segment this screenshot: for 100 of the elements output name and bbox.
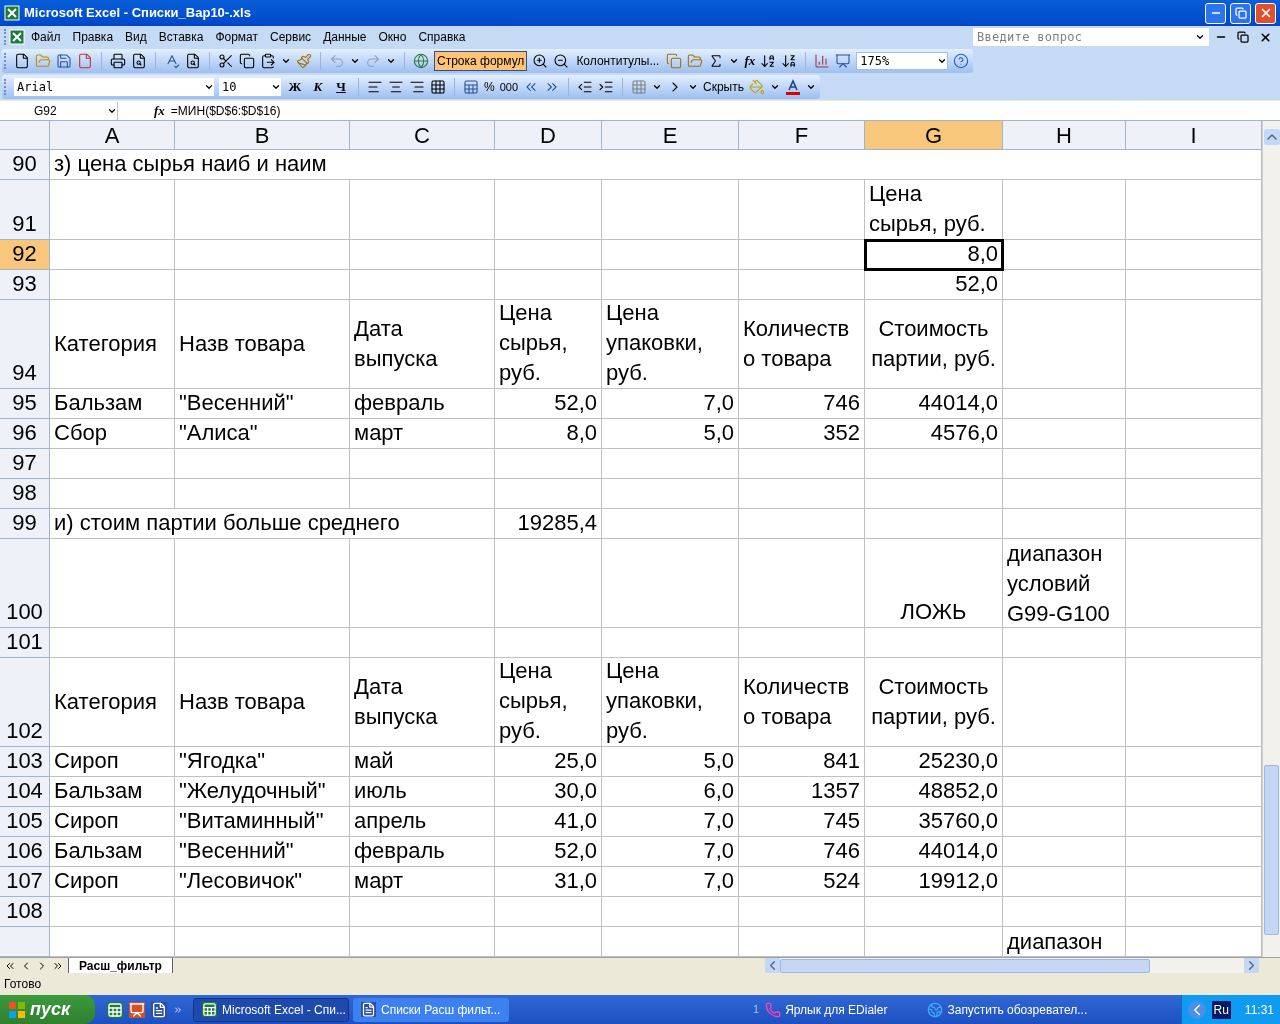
italic-button[interactable]: К: [309, 77, 327, 97]
menu-item[interactable]: Вставка: [152, 28, 210, 46]
paintbrush-icon[interactable]: [296, 53, 312, 69]
table-cell[interactable]: [865, 449, 1003, 479]
table-cell[interactable]: 5,0: [602, 747, 739, 777]
table-cell[interactable]: апрель: [350, 807, 495, 837]
column-header[interactable]: A: [50, 121, 175, 150]
table-cell[interactable]: [1003, 389, 1126, 419]
menu-item[interactable]: Справка: [412, 28, 472, 46]
column-header[interactable]: H: [1003, 121, 1126, 150]
row-header[interactable]: 93: [0, 270, 50, 300]
zoom-out-icon[interactable]: [553, 53, 570, 69]
table-cell[interactable]: 31,0: [495, 867, 602, 897]
caret-icon[interactable]: [937, 56, 948, 66]
presentation-icon[interactable]: [129, 1001, 145, 1018]
table-cell[interactable]: 44014,0: [865, 389, 1003, 419]
caret-icon[interactable]: [204, 82, 214, 92]
hide-button[interactable]: Скрыть: [703, 78, 744, 96]
table-cell[interactable]: 19912,0: [865, 867, 1003, 897]
column-header[interactable]: B: [175, 121, 350, 150]
table-cell[interactable]: 7,0: [602, 867, 739, 897]
table-cell[interactable]: 7,0: [602, 837, 739, 867]
row-header[interactable]: 94: [0, 300, 50, 389]
table-cell[interactable]: Цена сырья, руб.: [495, 300, 602, 389]
indent-icon[interactable]: [598, 79, 615, 95]
fill-color-icon[interactable]: [749, 79, 765, 95]
table-cell[interactable]: Цена упаковки, руб.: [602, 300, 739, 389]
table-cell[interactable]: [602, 180, 739, 240]
table-cell[interactable]: Цена сырья, руб.: [865, 180, 1003, 240]
document-icon[interactable]: [77, 53, 93, 69]
caret-icon[interactable]: [806, 82, 816, 92]
table-cell[interactable]: 4576,0: [865, 419, 1003, 449]
table-cell[interactable]: [865, 628, 1003, 658]
align-right-icon[interactable]: [409, 79, 425, 95]
table-cell[interactable]: [1003, 240, 1126, 270]
table-cell[interactable]: [739, 270, 865, 300]
table-cell[interactable]: 352: [739, 419, 865, 449]
table-cell[interactable]: [350, 449, 495, 479]
row-header[interactable]: 102: [0, 658, 50, 747]
table-cell[interactable]: Цена упаковки, руб.: [602, 658, 739, 747]
table-cell[interactable]: 52,0: [865, 270, 1003, 300]
table-cell[interactable]: [1003, 300, 1126, 389]
table-cell[interactable]: [1003, 777, 1126, 807]
table-cell[interactable]: 6,0: [602, 777, 739, 807]
column-header[interactable]: G: [865, 121, 1003, 150]
table-cell[interactable]: 30,0: [495, 777, 602, 807]
table-cell[interactable]: [602, 449, 739, 479]
row-header[interactable]: 105: [0, 807, 50, 837]
table-cell[interactable]: Назв товара: [175, 658, 350, 747]
table-cell[interactable]: [602, 479, 739, 509]
table-cell[interactable]: [1003, 449, 1126, 479]
spelling-icon[interactable]: [164, 53, 180, 69]
document-icon[interactable]: [151, 1001, 167, 1018]
table-cell[interactable]: 52,0: [495, 837, 602, 867]
row-header[interactable]: 92: [0, 240, 50, 270]
undo-icon[interactable]: [329, 53, 345, 69]
table-cell[interactable]: [739, 180, 865, 240]
percent-button[interactable]: %: [484, 78, 495, 96]
row-header[interactable]: 90: [0, 150, 50, 180]
taskbar-button[interactable]: Списки Расш фильт...: [353, 997, 509, 1022]
table-cell[interactable]: [1003, 509, 1126, 539]
sort-ascending-icon[interactable]: [760, 53, 777, 69]
table-cell[interactable]: [495, 897, 602, 927]
menu-item[interactable]: Вид: [119, 28, 153, 46]
more-icon[interactable]: [173, 1004, 183, 1015]
row-header[interactable]: 91: [0, 180, 50, 240]
table-cell[interactable]: [1003, 897, 1126, 927]
table-cell[interactable]: "Ягодка": [175, 747, 350, 777]
table-cell[interactable]: "Весенний": [175, 389, 350, 419]
table-cell[interactable]: [865, 509, 1003, 539]
row-header[interactable]: 97: [0, 449, 50, 479]
menu-item[interactable]: Файл: [25, 28, 67, 46]
table-cell[interactable]: [350, 628, 495, 658]
scroll-left-icon[interactable]: [765, 958, 780, 973]
horizontal-scrollbar[interactable]: [765, 958, 1259, 973]
table-cell[interactable]: Стоимость партии, руб.: [865, 300, 1003, 389]
underline-button[interactable]: Ч: [332, 77, 350, 97]
table-cell[interactable]: "Весенний": [175, 837, 350, 867]
caret-icon[interactable]: [271, 82, 281, 92]
help-search-field[interactable]: Введите вопрос: [973, 28, 1195, 46]
table-cell[interactable]: "Лесовичок": [175, 867, 350, 897]
table-cell[interactable]: июль: [350, 777, 495, 807]
table-cell[interactable]: [495, 479, 602, 509]
table-cell[interactable]: Категория: [50, 300, 175, 389]
formula-bar-button[interactable]: Строка формул: [434, 51, 528, 71]
table-cell[interactable]: [495, 270, 602, 300]
table-cell[interactable]: [495, 628, 602, 658]
table-cell[interactable]: [175, 897, 350, 927]
table-cell[interactable]: [1003, 479, 1126, 509]
table-cell[interactable]: Сироп: [50, 807, 175, 837]
restore-button[interactable]: [1230, 2, 1251, 24]
table-cell[interactable]: [1003, 747, 1126, 777]
table-cell[interactable]: [350, 897, 495, 927]
table-cell[interactable]: [350, 539, 495, 628]
column-header[interactable]: E: [602, 121, 739, 150]
selected-cell[interactable]: 8,0: [865, 240, 1003, 270]
row-header[interactable]: 106: [0, 837, 50, 867]
table-cell[interactable]: [602, 270, 739, 300]
row-header[interactable]: 96: [0, 419, 50, 449]
table-cell[interactable]: "Алиса": [175, 419, 350, 449]
